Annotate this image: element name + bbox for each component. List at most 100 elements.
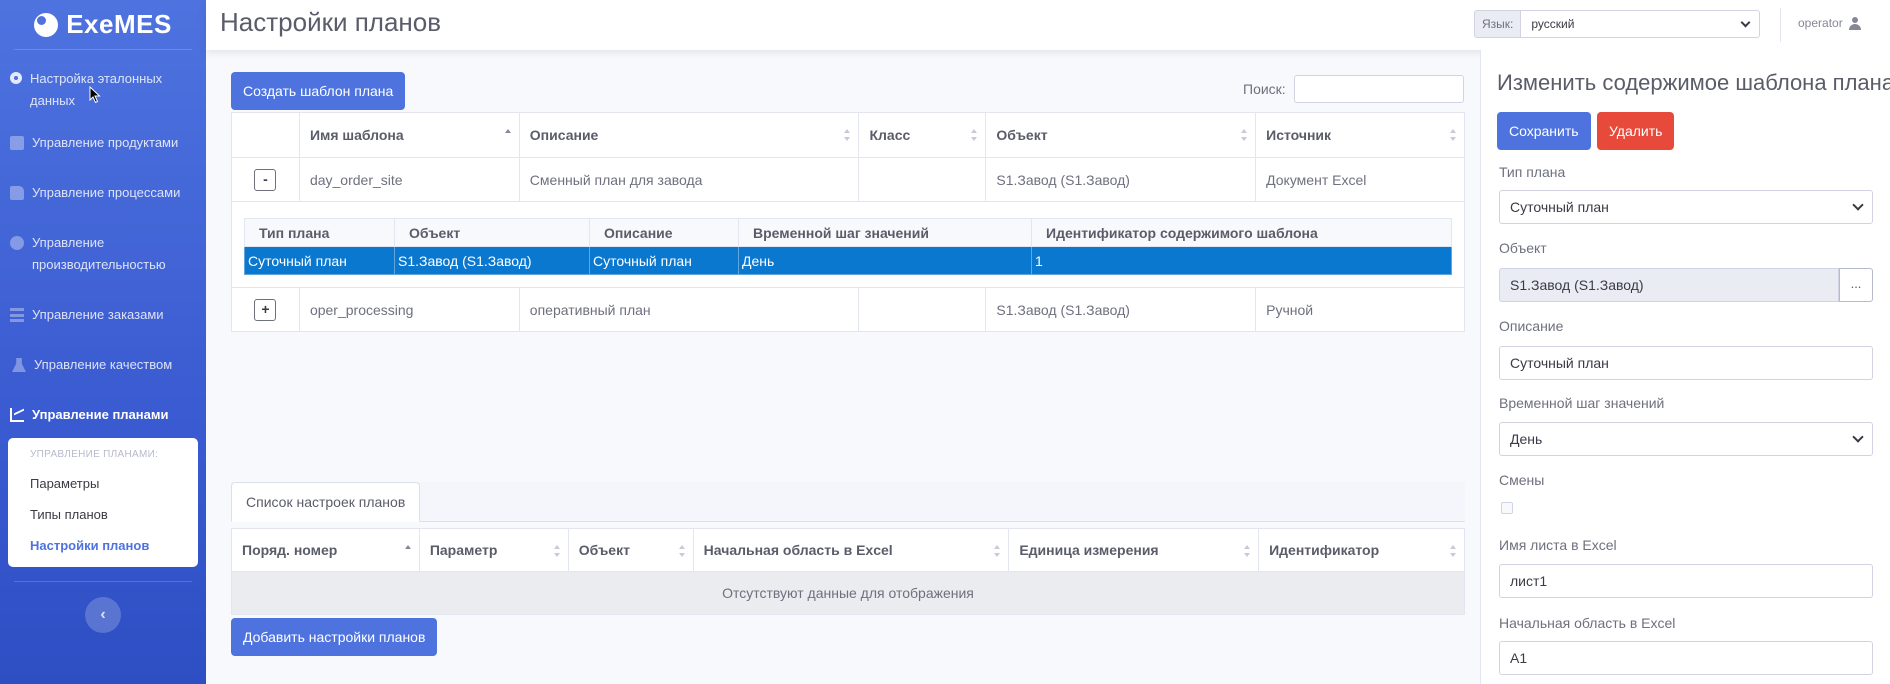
sidebar-item-products[interactable]: Управление продуктами: [0, 122, 206, 172]
sidebar-item-label: Настройка эталонных данных: [30, 71, 163, 108]
topbar: Настройки планов Язык: русский operator: [206, 0, 1890, 50]
sidebar-item-orders[interactable]: Управление заказами: [0, 294, 206, 344]
detail-cell-object: S1.Завод (S1.Завод): [394, 246, 590, 275]
empty-message: Отсутствуют данные для отображения: [231, 571, 1465, 615]
submenu-item-parameters[interactable]: Параметры: [8, 468, 198, 499]
cell-description: Сменный план для завода: [518, 157, 860, 202]
sort-icon: [994, 545, 1001, 557]
brand-name: ExeMES: [66, 9, 172, 39]
column-header-label: Единица измерения: [1019, 542, 1159, 558]
sidebar: ExeMES Настройка эталонных данных Управл…: [0, 0, 206, 684]
object-picker-button[interactable]: ...: [1839, 268, 1873, 302]
detail-cell-plan-type: Суточный план: [244, 246, 395, 275]
cell-class: [858, 287, 987, 332]
sort-icon: [1450, 545, 1456, 557]
submenu-item-plan-types[interactable]: Типы планов: [8, 499, 198, 530]
chevron-down-icon: [1852, 199, 1864, 211]
column-header-excel-start-area[interactable]: Начальная область в Excel: [692, 528, 1010, 572]
shifts-checkbox[interactable]: [1501, 502, 1513, 514]
column-header-description[interactable]: Описание: [518, 112, 860, 158]
flask-icon: [12, 358, 26, 372]
column-header-label: Класс: [869, 127, 911, 143]
column-header-label: Объект: [578, 542, 630, 558]
chevron-left-icon: ‹: [100, 606, 106, 623]
save-button[interactable]: Сохранить: [1497, 112, 1591, 150]
sidebar-toggle-button[interactable]: ‹: [85, 597, 121, 633]
excel-sheet-input[interactable]: лист1: [1499, 564, 1873, 598]
box-icon: [10, 136, 24, 150]
column-header-identifier[interactable]: Идентификатор: [1258, 528, 1465, 572]
main-content: Создать шаблон плана Поиск: Имя шаблона …: [206, 50, 1480, 684]
topbar-divider: [1780, 8, 1781, 42]
detail-row-selected[interactable]: Суточный план S1.Завод (S1.Завод) Суточн…: [244, 246, 1452, 275]
column-header-label: Идентификатор: [1269, 542, 1380, 558]
excel-start-area-input[interactable]: A1: [1499, 641, 1873, 675]
plan-templates-table: Имя шаблона Описание Класс Объект Источн…: [231, 112, 1465, 332]
chevron-down-icon: [1740, 17, 1751, 28]
sidebar-item-label: Управление продуктами: [32, 135, 179, 150]
search-input[interactable]: [1294, 75, 1464, 103]
sidebar-item-label: Управление производительностью: [32, 235, 166, 272]
sidebar-item-quality[interactable]: Управление качеством: [0, 344, 206, 394]
description-input[interactable]: Суточный план: [1499, 346, 1873, 380]
sidebar-item-plans[interactable]: Управление планами: [0, 394, 206, 436]
cell-source: Ручной: [1255, 287, 1465, 332]
column-header-label: Описание: [529, 127, 599, 143]
column-header-parameter[interactable]: Параметр: [418, 528, 569, 572]
tab-plan-settings-list[interactable]: Список настроек планов: [231, 482, 421, 522]
column-header-order-number[interactable]: Поряд. номер: [231, 528, 420, 572]
column-header-unit[interactable]: Единица измерения: [1008, 528, 1260, 572]
detail-header-time-step: Временной шаг значений: [738, 218, 1032, 247]
object-label: Объект: [1499, 240, 1547, 256]
time-step-label: Временной шаг значений: [1499, 395, 1665, 411]
sidebar-item-processes[interactable]: Управление процессами: [0, 172, 206, 222]
language-selector: Язык: русский: [1474, 10, 1761, 38]
excel-start-area-label: Начальная область в Excel: [1499, 615, 1676, 631]
sidebar-item-label: Управление процессами: [32, 185, 181, 200]
brand-logo-icon: [34, 12, 59, 37]
add-plan-settings-button[interactable]: Добавить настройки планов: [231, 618, 438, 656]
sidebar-item-reference-data[interactable]: Настройка эталонных данных: [0, 58, 206, 122]
column-header-object[interactable]: Объект: [985, 112, 1257, 158]
column-header-source[interactable]: Источник: [1255, 112, 1465, 158]
brand[interactable]: ExeMES: [14, 0, 192, 50]
table-row[interactable]: + oper_processing оперативный план S1.За…: [231, 287, 1465, 332]
table-row[interactable]: - day_order_site Сменный план для завода…: [231, 157, 1465, 202]
sort-icon: [1450, 129, 1456, 141]
user-menu[interactable]: operator: [1798, 16, 1861, 30]
column-header-label: Источник: [1266, 127, 1332, 143]
time-step-select[interactable]: День: [1499, 422, 1873, 456]
object-field: S1.Завод (S1.Завод): [1499, 268, 1839, 302]
expand-cell: +: [231, 287, 300, 332]
tabs-bar: Список настроек планов: [231, 482, 1465, 522]
submenu-header: УПРАВЛЕНИЕ ПЛАНАМИ:: [30, 449, 159, 460]
sort-icon: [678, 545, 685, 557]
column-header-class[interactable]: Класс: [858, 112, 987, 158]
column-header-name[interactable]: Имя шаблона: [298, 112, 520, 158]
sort-icon: [1244, 545, 1251, 557]
delete-button[interactable]: Удалить: [1597, 112, 1675, 150]
cell-name: oper_processing: [298, 287, 520, 332]
submenu-item-plan-settings[interactable]: Настройки планов: [8, 530, 198, 561]
cell-description: оперативный план: [518, 287, 860, 332]
panel-title: Изменить содержимое шаблона плана: [1497, 70, 1890, 95]
plan-type-label: Тип плана: [1499, 164, 1566, 180]
create-plan-template-button[interactable]: Создать шаблон плана: [231, 72, 406, 110]
sidebar-item-label: Управление планами: [32, 407, 169, 422]
table-header-row: Поряд. номер Параметр Объект Начальная о…: [231, 528, 1465, 572]
user-icon: [1848, 16, 1861, 30]
collapse-row-button[interactable]: -: [254, 168, 277, 191]
column-header-object[interactable]: Объект: [567, 528, 694, 572]
cell-source: Документ Excel: [1255, 157, 1465, 202]
chevron-down-icon: [1852, 431, 1864, 443]
sort-icon: [844, 129, 851, 141]
sidebar-item-performance[interactable]: Управление производительностью: [0, 222, 206, 294]
expand-row-button[interactable]: +: [254, 298, 277, 321]
sort-asc-icon: [504, 129, 511, 141]
plan-type-select[interactable]: Суточный план: [1499, 190, 1873, 224]
column-header-label: Объект: [996, 127, 1048, 143]
column-header-label: Имя шаблона: [309, 127, 404, 143]
detail-header-row: Тип плана Объект Описание Временной шаг …: [244, 218, 1452, 247]
plans-submenu: УПРАВЛЕНИЕ ПЛАНАМИ: Параметры Типы плано…: [8, 438, 198, 567]
language-select[interactable]: русский: [1520, 10, 1761, 38]
